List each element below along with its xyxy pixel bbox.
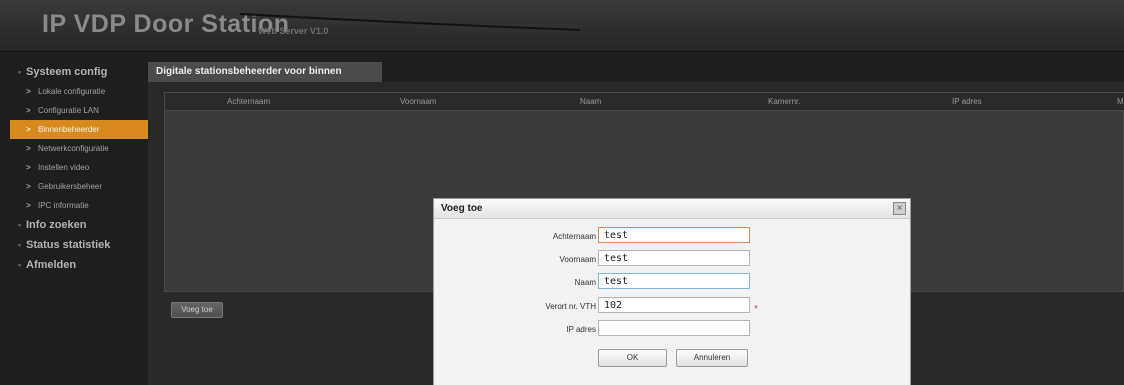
column-header-achternaam[interactable]: Achternaam (227, 97, 270, 106)
sidebar-group-label: Info zoeken (26, 219, 87, 231)
tab-digitale-stationsbeheerder[interactable]: Digitale stationsbeheerder voor binnen (148, 62, 382, 82)
required-marker: * (754, 304, 758, 315)
label-achternaam: Achternaam (552, 232, 596, 241)
sidebar-group-systeem-config[interactable]: • Systeem config (10, 62, 148, 82)
sidebar-item-label: Configuratie LAN (38, 106, 99, 115)
sidebar-item-lokale-configuratie[interactable]: > Lokale configuratie (10, 82, 148, 101)
column-header-voornaam[interactable]: Voornaam (400, 97, 436, 106)
chevron-right-icon: > (26, 201, 31, 210)
chevron-right-icon: > (26, 125, 31, 134)
bullet-icon: • (18, 240, 22, 250)
label-verort-nr-vth: Verort nr. VTH (545, 302, 596, 311)
column-header-kamernr[interactable]: Kamernr. (768, 97, 800, 106)
chevron-right-icon: > (26, 163, 31, 172)
sidebar-item-ipc-informatie[interactable]: > IPC informatie (10, 196, 148, 215)
close-icon[interactable]: × (893, 202, 906, 215)
label-naam: Naam (574, 278, 596, 287)
chevron-right-icon: > (26, 182, 31, 191)
add-button[interactable]: Voeg toe (171, 302, 223, 318)
column-header-m[interactable]: M (1117, 97, 1124, 106)
achternaam-field[interactable]: test (598, 227, 750, 243)
sidebar-item-label: Binnenbeheerder (38, 125, 100, 134)
header-decoration (239, 13, 581, 31)
sidebar-item-binnenbeheerder[interactable]: > Binnenbeheerder (10, 120, 148, 139)
sidebar-group-info-zoeken[interactable]: • Info zoeken (10, 215, 148, 235)
ok-button[interactable]: OK (598, 349, 667, 367)
naam-field[interactable]: test (598, 273, 750, 289)
bullet-icon: • (18, 260, 22, 270)
column-header-ip-adres[interactable]: IP adres (952, 97, 982, 106)
sidebar-group-label: Systeem config (26, 66, 108, 78)
sidebar-nav: • Systeem config > Lokale configuratie > Co… (10, 62, 148, 385)
sidebar-group-afmelden[interactable]: • Afmelden (10, 255, 148, 275)
app-header: IP VDP Door Station Web Server V1.0 (0, 0, 1124, 52)
verort-nr-vth-field[interactable]: 102 (598, 297, 750, 313)
cancel-button[interactable]: Annuleren (676, 349, 748, 367)
column-header-naam[interactable]: Naam (580, 97, 601, 106)
chevron-right-icon: > (26, 106, 31, 115)
sidebar-item-label: Gebruikersbeheer (38, 182, 103, 191)
sidebar-group-label: Status statistiek (26, 239, 111, 251)
sidebar-item-netwerkconfiguratie[interactable]: > Netwerkconfiguratie (10, 139, 148, 158)
sidebar-item-label: Instellen video (38, 163, 90, 172)
chevron-right-icon: > (26, 144, 31, 153)
dialog-title: Voeg toe (434, 199, 910, 219)
sidebar-item-label: IPC informatie (38, 201, 89, 210)
voornaam-field[interactable]: test (598, 250, 750, 266)
sidebar-item-label: Lokale configuratie (38, 87, 106, 96)
sidebar-item-label: Netwerkconfiguratie (38, 144, 109, 153)
sidebar-item-configuratie-lan[interactable]: > Configuratie LAN (10, 101, 148, 120)
bullet-icon: • (18, 220, 22, 230)
tab-strip: Digitale stationsbeheerder voor binnen (148, 62, 1124, 82)
sidebar-group-label: Afmelden (26, 259, 77, 271)
sidebar-item-instellen-video[interactable]: > Instellen video (10, 158, 148, 177)
sidebar-item-gebruikersbeheer[interactable]: > Gebruikersbeheer (10, 177, 148, 196)
table-header: Achternaam Voornaam Naam Kamernr. IP adr… (165, 93, 1124, 111)
chevron-right-icon: > (26, 87, 31, 96)
label-voornaam: Voornaam (559, 255, 596, 264)
sidebar-group-status-statistiek[interactable]: • Status statistiek (10, 235, 148, 255)
ip-adres-field[interactable] (598, 320, 750, 336)
label-ip-adres: IP adres (566, 325, 596, 334)
bullet-icon: • (18, 67, 22, 77)
add-dialog: Voeg toe × Achternaam test Voornaam test… (433, 198, 911, 385)
